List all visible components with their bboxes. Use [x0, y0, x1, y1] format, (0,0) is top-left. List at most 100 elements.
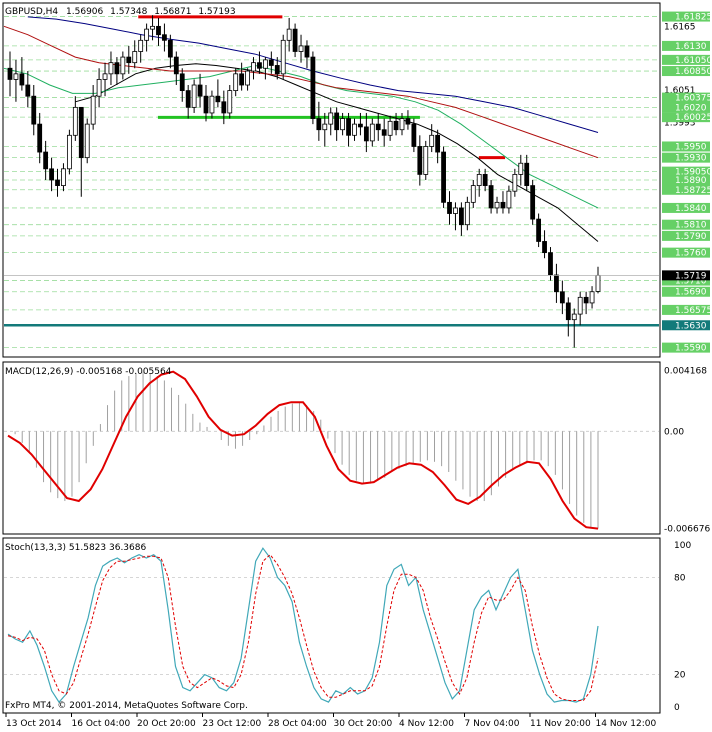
- level-tag-10: 1.5890: [675, 176, 707, 186]
- ohlc-high: 1.57348: [110, 7, 147, 17]
- candle-body-0: [7, 67, 13, 80]
- level-tag-8: 1.5930: [675, 154, 707, 164]
- ohlc-open: 1.56906: [66, 7, 103, 17]
- level-tag-12: 1.5840: [675, 204, 707, 214]
- candle-body-97: [583, 296, 589, 304]
- candle-body-82: [494, 201, 500, 209]
- candle-body-22: [138, 39, 144, 52]
- candle-body-3: [25, 84, 31, 97]
- level-tag-19: 1.5630: [675, 321, 707, 331]
- candle-body-94: [565, 302, 571, 321]
- level-tag-17: 1.5690: [675, 288, 707, 298]
- time-tick-6: 4 Nov 12:00: [399, 719, 454, 729]
- candle-body-45: [274, 65, 280, 75]
- time-tick-2: 20 Oct 20:00: [137, 719, 196, 729]
- candle-body-26: [162, 34, 167, 41]
- candle-body-96: [577, 296, 583, 315]
- level-tag-11: 1.58725: [675, 186, 712, 196]
- candle-body-60: [363, 126, 369, 142]
- candle-body-15: [96, 79, 102, 97]
- copyright-label: FxPro MT4, © 2001-2014, MetaQuotes Softw…: [5, 701, 248, 711]
- candle-body-8: [55, 179, 60, 186]
- candle-body-9: [61, 168, 66, 186]
- candle-body-86: [518, 162, 524, 175]
- candle-body-70: [423, 146, 429, 175]
- candle-body-99: [595, 274, 601, 292]
- stoch-tick-1: 80: [674, 573, 686, 583]
- candle-body-93: [559, 291, 565, 304]
- candle-body-57: [346, 118, 351, 136]
- candle-body-54: [328, 112, 334, 125]
- stoch-tick-2: 20: [674, 671, 686, 681]
- candle-body-43: [262, 59, 268, 69]
- ohlc-low: 1.56871: [154, 7, 191, 17]
- candle-body-28: [173, 56, 179, 75]
- candle-body-77: [464, 201, 470, 226]
- chart-background: [0, 0, 712, 732]
- macd-header: MACD(12,26,9) -0.005168 -0.005564: [5, 367, 172, 377]
- level-tag-2: 1.61050: [675, 56, 712, 66]
- level-tag-6: 1.60025: [675, 113, 712, 123]
- candle-body-81: [488, 185, 494, 209]
- candle-body-7: [49, 168, 54, 181]
- candle-body-31: [191, 84, 197, 108]
- candle-body-67: [405, 118, 411, 125]
- candle-body-79: [476, 174, 482, 186]
- candle-body-53: [322, 123, 328, 131]
- macd-tick-0: 0.004168: [664, 367, 707, 377]
- candle-body-17: [108, 62, 114, 75]
- candle-body-38: [233, 73, 239, 92]
- candle-body-11: [72, 106, 78, 136]
- level-tag-20: 1.5590: [675, 344, 707, 354]
- candle-body-66: [399, 118, 405, 131]
- candle-body-4: [31, 95, 37, 125]
- candle-body-5: [37, 123, 43, 153]
- candle-body-36: [221, 101, 227, 114]
- candle-body-73: [441, 151, 446, 203]
- level-tag-13: 1.5810: [675, 221, 707, 231]
- ohlc-close: 1.57193: [198, 7, 235, 17]
- candle-body-98: [589, 291, 595, 304]
- candle-body-65: [393, 120, 399, 131]
- candle-body-6: [43, 151, 49, 170]
- candle-body-50: [304, 45, 310, 58]
- candle-body-55: [334, 112, 340, 131]
- candle-body-80: [482, 174, 488, 186]
- macd-tick-1: 0.00: [664, 427, 684, 437]
- candle-body-84: [506, 190, 512, 209]
- stoch-tick-0: 100: [674, 541, 691, 551]
- candle-body-95: [571, 313, 577, 321]
- stoch-header: Stoch(13,3,3) 51.5823 36.3686: [5, 543, 146, 553]
- symbol-label: GBPUSD,H4: [5, 7, 58, 17]
- candle-body-2: [19, 73, 25, 86]
- candle-body-61: [369, 123, 375, 142]
- candle-body-21: [132, 51, 138, 64]
- candle-body-52: [316, 118, 322, 131]
- candle-body-32: [197, 84, 203, 97]
- candle-body-44: [268, 59, 274, 66]
- candle-body-13: [84, 123, 90, 159]
- candle-body-72: [435, 134, 441, 153]
- candle-body-89: [536, 218, 542, 242]
- candle-body-49: [298, 45, 304, 52]
- candle-body-41: [251, 62, 256, 72]
- candle-body-90: [542, 241, 547, 254]
- candle-body-19: [120, 56, 126, 75]
- candle-body-87: [524, 162, 530, 186]
- candle-body-10: [66, 134, 72, 170]
- time-tick-3: 23 Oct 12:00: [203, 719, 262, 729]
- candle-body-88: [530, 185, 536, 220]
- candle-body-51: [310, 56, 316, 119]
- candle-body-24: [150, 25, 155, 30]
- trading-chart[interactable]: 1.61651.60511.59931.58751.618251.61301.6…: [0, 0, 712, 732]
- candle-body-20: [126, 56, 132, 64]
- time-tick-4: 28 Oct 04:00: [268, 719, 327, 729]
- candle-body-23: [144, 28, 150, 41]
- current-price-tag: 1.5719: [675, 271, 707, 281]
- candle-body-91: [548, 252, 553, 276]
- candle-body-25: [156, 25, 161, 36]
- macd-tick-2: -0.006676: [664, 524, 710, 534]
- candle-body-59: [358, 123, 363, 128]
- candle-body-1: [13, 73, 19, 80]
- level-tag-7: 1.5950: [675, 142, 707, 152]
